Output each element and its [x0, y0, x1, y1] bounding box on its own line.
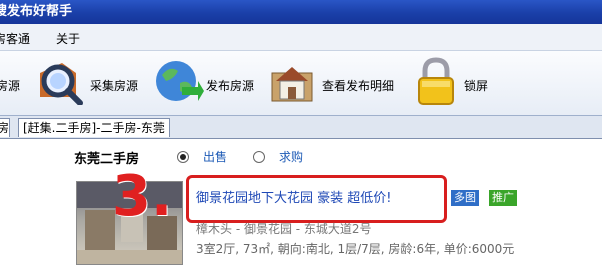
- toolbar-view-publish-details-button[interactable]: 查看发布明细: [270, 57, 408, 109]
- magnifier-icon: [40, 63, 83, 105]
- padlock-icon: [418, 57, 454, 105]
- toolbar-item-houses-label: 房源: [0, 79, 21, 93]
- toolbar-publish-houses-button[interactable]: 发布房源: [152, 57, 264, 109]
- listing-address: 樟木头 - 御景花园 - 东城大道2号: [196, 222, 372, 236]
- window-title: 搜发布好帮手: [0, 4, 73, 19]
- tab-ganji-dongguan-label: [赶集.二手房]-二手房-东莞: [23, 121, 165, 135]
- tab-bar: 房 [赶集.二手房]-二手房-东莞: [0, 116, 602, 139]
- radio-sale-label[interactable]: 出售: [203, 148, 227, 165]
- toolbar-lock-screen-button[interactable]: 锁屏: [414, 57, 494, 109]
- listing-title-link[interactable]: 御景花园地下大花园 豪装 超低价!: [196, 187, 391, 206]
- toolbar-item-houses[interactable]: 房源: [0, 57, 32, 109]
- toolbar-collect-houses-button[interactable]: 采集房源: [36, 57, 146, 109]
- menu-item-fangketong[interactable]: 房客通: [0, 30, 30, 47]
- toolbar-publish-label: 发布房源: [206, 79, 255, 93]
- badge-promoted: 推广: [489, 190, 517, 206]
- toolbar-collect-label: 采集房源: [90, 79, 139, 93]
- tab-ganji-dongguan[interactable]: [赶集.二手房]-二手房-东莞: [18, 118, 170, 137]
- listing-content: 东莞二手房 出售 求购 3. 御景花园地下大花园 豪装 超低价! 多图 推广 樟…: [0, 139, 602, 268]
- badge-multi-photo[interactable]: 多图: [451, 190, 479, 206]
- radio-sale[interactable]: [177, 151, 189, 163]
- globe-icon: [156, 61, 204, 101]
- annotation-number-3: 3.: [112, 164, 173, 229]
- menu-bar: 房客通 关于: [0, 24, 602, 51]
- radio-buy-label[interactable]: 求购: [279, 148, 303, 165]
- tab-partial-label: 房: [0, 121, 9, 135]
- house-folder-icon: [271, 67, 313, 102]
- listing-details: 3室2厅, 73㎡, 朝向:南北, 1层/7层, 房龄:6年, 单价:6000元: [196, 242, 515, 256]
- title-bar: 搜发布好帮手: [0, 0, 602, 24]
- menu-item-about[interactable]: 关于: [56, 30, 80, 47]
- tab-partial[interactable]: 房: [0, 118, 10, 137]
- radio-buy[interactable]: [253, 151, 265, 163]
- toolbar-view-details-label: 查看发布明细: [322, 79, 395, 93]
- toolbar: 房源 采集房源 发布房源 查看发布明细 锁屏: [0, 51, 602, 116]
- toolbar-lock-label: 锁屏: [464, 79, 489, 93]
